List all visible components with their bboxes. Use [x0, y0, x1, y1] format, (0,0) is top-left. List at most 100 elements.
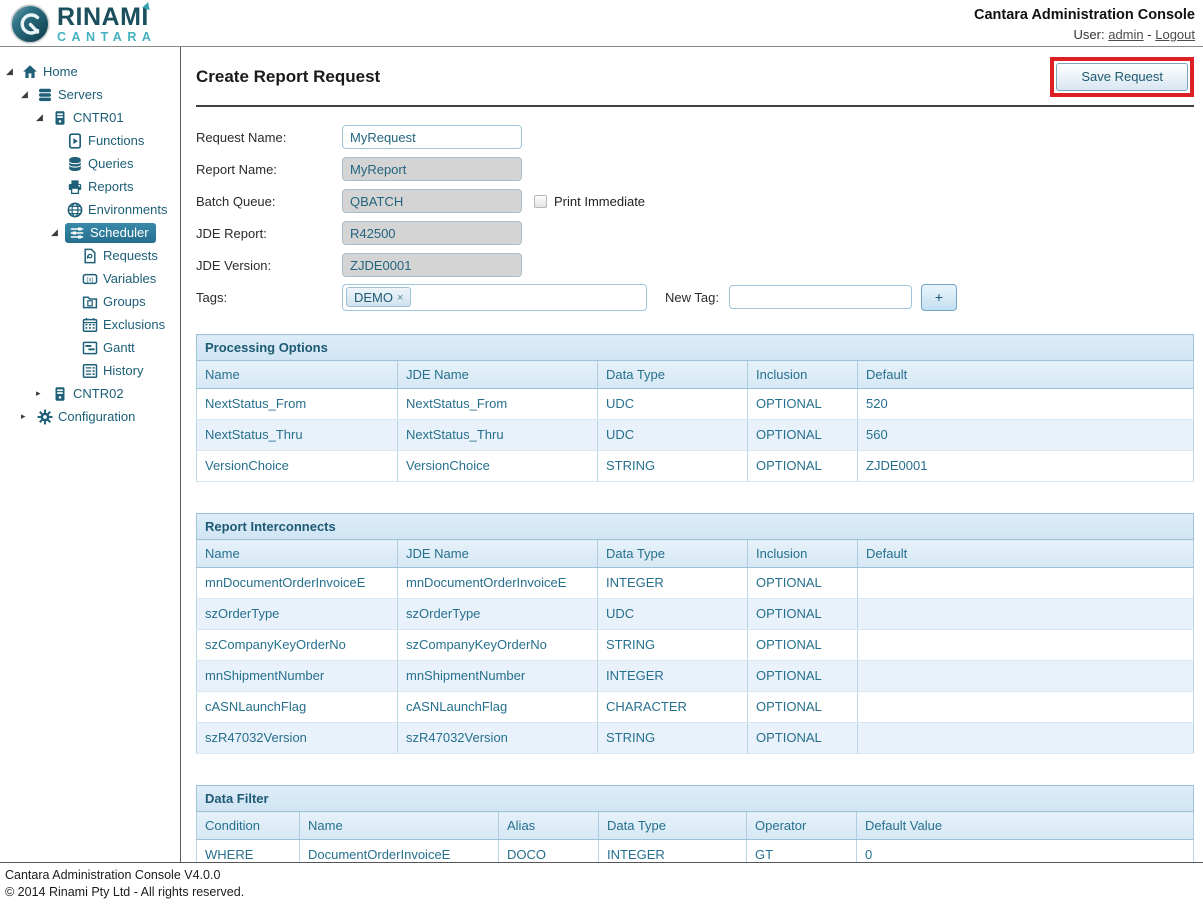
- sidebar-item-label: Exclusions: [103, 317, 165, 332]
- table-cell: UDC: [598, 420, 748, 451]
- table-cell: OPTIONAL: [748, 389, 858, 420]
- report-interconnects-col-name: Name: [197, 540, 398, 568]
- sidebar-item-history[interactable]: History: [80, 361, 148, 381]
- sidebar-row-home: ◢Home: [0, 60, 180, 83]
- sidebar-item-cntr02[interactable]: CNTR02: [50, 384, 129, 404]
- user-line: User: admin - Logout: [974, 27, 1195, 42]
- function-icon: [67, 133, 83, 149]
- table-cell: GT: [747, 840, 857, 862]
- table-cell: OPTIONAL: [748, 630, 858, 661]
- request-name-input[interactable]: [342, 125, 522, 149]
- data-filter-col-operator: Operator: [747, 812, 857, 840]
- tag-remove-icon[interactable]: ×: [397, 292, 403, 304]
- sidebar-row-queries: Queries: [0, 152, 180, 175]
- gantt-icon: [82, 340, 98, 356]
- table-cell: OPTIONAL: [748, 692, 858, 723]
- table-cell: STRING: [598, 630, 748, 661]
- table-cell: OPTIONAL: [748, 599, 858, 630]
- sidebar-item-label: Variables: [103, 271, 156, 286]
- print-immediate-checkbox[interactable]: [534, 195, 547, 208]
- page-title: Create Report Request: [196, 67, 380, 87]
- svg-text:(x): (x): [86, 276, 93, 283]
- history-icon: [82, 363, 98, 379]
- tree-toggle-cntr02[interactable]: ▸: [36, 389, 50, 398]
- add-tag-button[interactable]: +: [921, 284, 957, 311]
- footer-copyright: © 2014 Rinami Pty Ltd - All rights reser…: [5, 884, 1203, 901]
- table-cell: INTEGER: [598, 568, 748, 599]
- tree-toggle-scheduler[interactable]: ◢: [51, 228, 65, 237]
- report-name-input: [342, 157, 522, 181]
- data-filter-header-row: ConditionNameAliasData TypeOperatorDefau…: [197, 812, 1194, 840]
- data-filter-col-alias: Alias: [499, 812, 599, 840]
- sidebar-item-functions[interactable]: Functions: [65, 131, 149, 151]
- sidebar-item-cntr01[interactable]: CNTR01: [50, 108, 129, 128]
- processing-options-col-jde-name: JDE Name: [398, 361, 598, 389]
- logo-subbrand: CANTARA: [57, 31, 156, 44]
- batch-queue-label: Batch Queue:: [196, 194, 342, 209]
- jde-version-row: JDE Version:: [196, 249, 1194, 281]
- sidebar-item-servers[interactable]: Servers: [35, 85, 108, 105]
- sidebar-item-configuration[interactable]: Configuration: [35, 407, 140, 427]
- console-title: Cantara Administration Console: [974, 7, 1195, 23]
- tags-row: Tags: DEMO × New Tag: +: [196, 281, 1194, 313]
- table-cell: [858, 692, 1194, 723]
- processing-options-col-name: Name: [197, 361, 398, 389]
- table-cell: OPTIONAL: [748, 661, 858, 692]
- logout-link[interactable]: Logout: [1155, 27, 1195, 42]
- sidebar-item-reports[interactable]: Reports: [65, 177, 139, 197]
- table-cell: szCompanyKeyOrderNo: [197, 630, 398, 661]
- sidebar-item-exclusions[interactable]: Exclusions: [80, 315, 170, 335]
- tag-chip-label: DEMO: [354, 290, 393, 305]
- processing-options-col-default: Default: [858, 361, 1194, 389]
- tag-chip-demo: DEMO ×: [346, 287, 411, 307]
- save-request-button[interactable]: Save Request: [1056, 63, 1188, 91]
- sidebar-row-exclusions: Exclusions: [0, 313, 180, 336]
- sidebar-item-home[interactable]: Home: [20, 62, 83, 82]
- sidebar-item-label: CNTR02: [73, 386, 124, 401]
- sidebar-item-requests[interactable]: Requests: [80, 246, 163, 266]
- jde-report-input: [342, 221, 522, 245]
- table-cell: OPTIONAL: [748, 420, 858, 451]
- table-row: NextStatus_FromNextStatus_FromUDCOPTIONA…: [197, 389, 1194, 420]
- sidebar-item-environments[interactable]: Environments: [65, 200, 172, 220]
- report-interconnects-col-data-type: Data Type: [598, 540, 748, 568]
- sidebar-item-variables[interactable]: (x) Variables: [80, 269, 161, 289]
- tree-toggle-home[interactable]: ◢: [6, 67, 20, 76]
- calendar-icon: [82, 317, 98, 333]
- logo-text: RINAMI CANTARA: [57, 5, 156, 44]
- sidebar-item-label: Environments: [88, 202, 167, 217]
- jde-version-input: [342, 253, 522, 277]
- sidebar-item-label: Gantt: [103, 340, 135, 355]
- table-cell: mnDocumentOrderInvoiceE: [197, 568, 398, 599]
- tree-toggle-cntr01[interactable]: ◢: [36, 113, 50, 122]
- table-cell: OPTIONAL: [748, 568, 858, 599]
- table-row: szR47032VersionszR47032VersionSTRINGOPTI…: [197, 723, 1194, 754]
- table-cell: VersionChoice: [197, 451, 398, 482]
- batch-queue-input: [342, 189, 522, 213]
- report-interconnects-col-default: Default: [858, 540, 1194, 568]
- user-name-link[interactable]: admin: [1108, 27, 1143, 42]
- table-cell: NextStatus_From: [398, 389, 598, 420]
- main-content: Create Report Request Save Request Reque…: [181, 47, 1203, 862]
- printer-icon: [67, 179, 83, 195]
- processing-options-col-data-type: Data Type: [598, 361, 748, 389]
- new-tag-input[interactable]: [729, 285, 912, 309]
- page-header: Create Report Request Save Request: [196, 47, 1194, 107]
- sidebar-item-scheduler[interactable]: Scheduler: [65, 223, 156, 243]
- app-footer: Cantara Administration Console V4.0.0 © …: [0, 862, 1203, 905]
- sidebar-item-groups[interactable]: Groups: [80, 292, 151, 312]
- tags-input[interactable]: DEMO ×: [342, 284, 647, 311]
- sidebar-item-queries[interactable]: Queries: [65, 154, 139, 174]
- sidebar-item-label: Configuration: [58, 409, 135, 424]
- sidebar-item-gantt[interactable]: Gantt: [80, 338, 140, 358]
- table-cell: szR47032Version: [398, 723, 598, 754]
- table-cell: OPTIONAL: [748, 451, 858, 482]
- tree-toggle-configuration[interactable]: ▸: [21, 412, 35, 421]
- table-cell: [858, 723, 1194, 754]
- processing-options-col-inclusion: Inclusion: [748, 361, 858, 389]
- table-cell: szR47032Version: [197, 723, 398, 754]
- table-cell: UDC: [598, 389, 748, 420]
- server-icon: [52, 386, 68, 402]
- table-cell: cASNLaunchFlag: [197, 692, 398, 723]
- tree-toggle-servers[interactable]: ◢: [21, 90, 35, 99]
